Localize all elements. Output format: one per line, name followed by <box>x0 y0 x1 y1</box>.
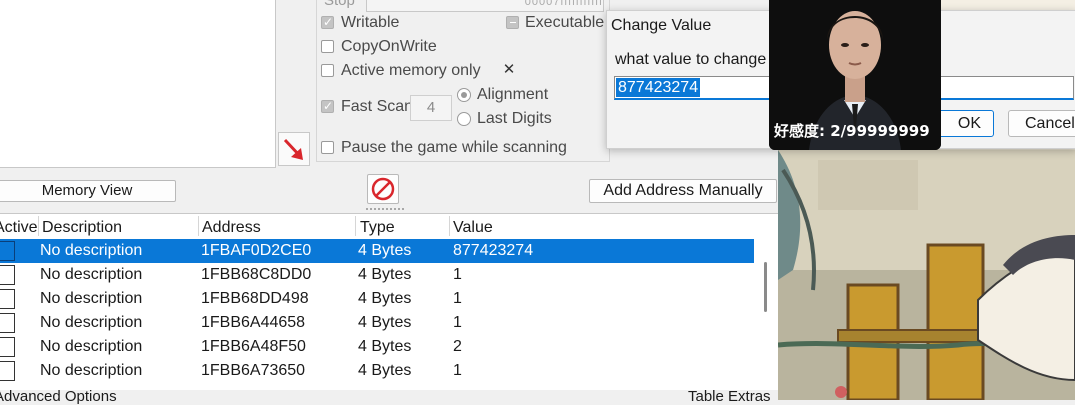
pause-game-label: Pause the game while scanning <box>341 139 567 156</box>
add-address-manually-button[interactable]: Add Address Manually <box>589 179 777 203</box>
fast-scan-value-field[interactable]: 4 <box>410 95 452 121</box>
add-to-list-button[interactable] <box>278 132 310 166</box>
alignment-radio[interactable] <box>457 88 471 102</box>
table-row[interactable]: No description 1FBB68DD498 4 Bytes 1 <box>0 287 754 311</box>
table-extras-link[interactable]: Table Extras <box>688 388 771 405</box>
type-cell: 4 Bytes <box>358 362 412 379</box>
writable-label: Writable <box>341 14 400 31</box>
address-cell: 1FBAF0D2CE0 <box>201 242 312 259</box>
description-cell: No description <box>40 362 143 379</box>
address-cell: 1FBB6A44658 <box>201 314 306 331</box>
type-cell: 4 Bytes <box>358 338 412 355</box>
address-cell: 1FBB6A73650 <box>201 362 306 379</box>
value-cell: 2 <box>453 338 462 355</box>
description-cell: No description <box>40 290 143 307</box>
red-arrow-icon <box>283 138 303 160</box>
last-digits-label: Last Digits <box>477 110 552 127</box>
executable-label: Executable <box>525 14 605 31</box>
active-checkbox[interactable] <box>0 313 15 333</box>
active-checkbox[interactable] <box>0 289 15 309</box>
dialog-prompt: what value to change <box>615 51 767 68</box>
alignment-label: Alignment <box>477 86 549 103</box>
address-cell: 1FBB68DD498 <box>201 290 309 307</box>
bottom-bar <box>0 390 778 400</box>
scan-results-list[interactable] <box>0 0 276 168</box>
address-cell: 1FBB6A48F50 <box>201 338 306 355</box>
copy-on-write-label: CopyOnWrite <box>341 38 437 55</box>
value-cell: 1 <box>453 290 462 307</box>
address-table[interactable]: No description 1FBAF0D2CE0 4 Bytes 87742327… <box>0 213 780 392</box>
dialog-title: Change Value <box>611 17 712 34</box>
value-cell: 877423274 <box>453 242 534 259</box>
value-cell: 1 <box>453 266 462 283</box>
description-cell: No description <box>40 266 143 283</box>
value-cell: 1 <box>453 362 462 379</box>
active-checkbox[interactable] <box>0 241 15 261</box>
affection-counter: 好感度: 2/99999999 <box>774 122 930 140</box>
copy-on-write-checkbox[interactable] <box>321 40 334 53</box>
stop-scan-button[interactable] <box>367 174 399 204</box>
active-checkbox[interactable] <box>0 265 15 285</box>
header-address[interactable]: Address <box>202 214 261 238</box>
type-cell: 4 Bytes <box>358 314 412 331</box>
header-type[interactable]: Type <box>360 214 395 238</box>
type-cell: 4 Bytes <box>358 266 412 283</box>
table-scrollbar[interactable] <box>764 262 767 312</box>
fast-scan-checkbox[interactable] <box>321 99 334 113</box>
pause-game-checkbox[interactable] <box>321 141 334 154</box>
address-cell: 1FBB68C8DD0 <box>201 266 312 283</box>
clear-x-icon[interactable]: ✕ <box>501 62 517 78</box>
active-memory-only-label: Active memory only <box>341 62 481 79</box>
advanced-options-link[interactable]: Advanced Options <box>0 388 117 405</box>
active-memory-only-checkbox[interactable] <box>321 64 334 77</box>
header-separator <box>198 216 199 236</box>
value-input-text[interactable]: 877423274 <box>616 78 701 97</box>
header-separator <box>38 216 39 236</box>
active-checkbox[interactable] <box>0 361 15 381</box>
value-cell: 1 <box>453 314 462 331</box>
description-cell: No description <box>40 242 143 259</box>
type-cell: 4 Bytes <box>358 290 412 307</box>
active-checkbox[interactable] <box>0 337 15 357</box>
stop-address-label: Stop <box>324 0 355 9</box>
table-row[interactable]: No description 1FBB6A73650 4 Bytes 1 <box>0 359 754 383</box>
table-row[interactable]: No description 1FBB6A48F50 4 Bytes 2 <box>0 335 754 359</box>
header-separator <box>449 216 450 236</box>
table-row[interactable]: No description 1FBAF0D2CE0 4 Bytes 87742327… <box>0 239 754 263</box>
writable-checkbox[interactable] <box>321 15 334 29</box>
description-cell: No description <box>40 338 143 355</box>
stop-icon <box>371 177 395 201</box>
type-cell: 4 Bytes <box>358 242 412 259</box>
cancel-button[interactable]: Cancel <box>1008 110 1075 137</box>
table-row[interactable]: No description 1FBB6A44658 4 Bytes 1 <box>0 311 754 335</box>
header-separator <box>355 216 356 236</box>
memory-view-button[interactable]: Memory View <box>0 180 176 202</box>
executable-checkbox[interactable] <box>506 16 519 29</box>
stop-address-field[interactable]: 00007fffffffffff <box>366 0 604 12</box>
header-active[interactable]: Active <box>0 214 38 238</box>
table-row[interactable]: No description 1FBB68C8DD0 4 Bytes 1 <box>0 263 754 287</box>
last-digits-radio[interactable] <box>457 112 471 126</box>
header-value[interactable]: Value <box>453 214 493 238</box>
header-description[interactable]: Description <box>42 214 122 238</box>
description-cell: No description <box>40 314 143 331</box>
fast-scan-label: Fast Scan <box>341 98 414 115</box>
